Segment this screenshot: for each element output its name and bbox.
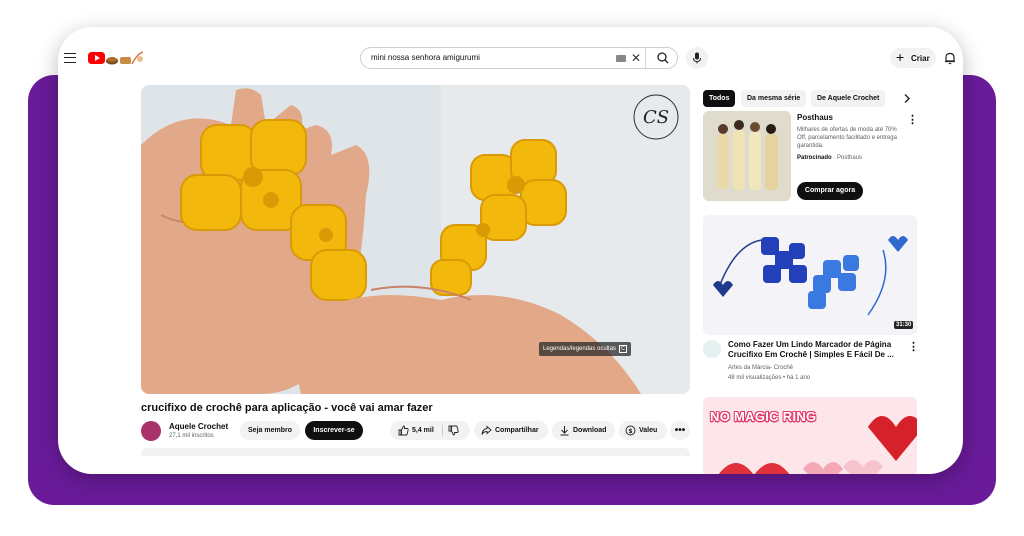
notifications-bell-icon[interactable] [943,51,957,65]
screenshot-stage: mini nossa senhora amigurumi ✕ + Criar C… [0,0,1024,536]
ad-menu-icon[interactable]: ⋮ [907,114,918,126]
recommendation-meta: 48 mil visualizações • há 1 ano [728,375,811,381]
share-icon [481,425,492,435]
chevron-right-icon[interactable] [900,90,914,107]
share-label: Compartilhar [495,427,539,434]
shop-now-button[interactable]: Comprar agora [797,182,863,200]
thanks-button[interactable]: $ Valeu [619,421,667,440]
svg-text:$: $ [628,428,632,435]
create-label: Criar [911,54,930,63]
video-player[interactable]: CS Legendas/legendas ocultas C [141,85,690,394]
recommendation-thumbnail[interactable] [703,215,917,335]
like-divider [442,425,443,436]
join-button[interactable]: Seja membro [240,421,300,440]
search-icon[interactable] [649,49,677,67]
search-divider [645,48,646,68]
download-label: Download [573,427,607,434]
clear-search-icon[interactable]: ✕ [631,51,641,65]
video-title: crucifixo de crochê para aplicação - voc… [141,402,433,414]
subscribe-button[interactable]: Inscrever-se [305,421,363,440]
download-button[interactable]: Download [552,421,615,440]
browser-window: mini nossa senhora amigurumi ✕ + Criar C… [58,27,963,474]
recommendation-channel[interactable]: Artes da Márcia- Crochê [728,365,793,371]
thumbnail-image [703,215,917,335]
share-button[interactable]: Compartilhar [474,421,548,440]
hamburger-menu-icon[interactable] [64,53,76,63]
ad-thumbnail[interactable] [703,111,791,201]
ad-image [703,111,791,201]
recommendation-menu-icon[interactable]: ⋮ [908,341,919,353]
captions-badge[interactable]: Legendas/legendas ocultas C [539,342,631,356]
super-thanks-icon: $ [625,425,636,436]
chip-same-series[interactable]: Da mesma série [741,90,807,107]
thanks-label: Valeu [639,427,658,434]
recommendation-thumb-text: NO MAGIC RING [710,409,817,424]
captions-badge-label: Legendas/legendas ocultas [543,346,617,352]
youtube-logo-icon[interactable] [88,50,146,66]
more-actions-icon[interactable]: ••• [670,421,690,440]
plus-icon: + [896,49,905,65]
channel-avatar[interactable] [141,421,161,441]
channel-subscriber-count: 27,1 mil inscritos [169,433,214,439]
svg-text:CS: CS [643,107,669,128]
channel-name[interactable]: Aquele Crochet [169,422,228,431]
ad-sponsor-name: Posthaus [837,155,863,161]
search-bar: mini nossa senhora amigurumi ✕ [360,47,678,69]
microphone-icon[interactable] [686,47,708,69]
thumbs-down-icon[interactable] [448,425,459,436]
ad-sponsor-line: Patrocinado · Posthaus [797,155,863,161]
recommendation-channel-avatar[interactable] [703,340,721,358]
search-input[interactable]: mini nossa senhora amigurumi [371,53,480,62]
chip-all[interactable]: Todos [703,90,736,107]
ad-advertiser-name[interactable]: Posthaus [797,113,833,122]
description-box[interactable] [141,448,690,456]
thumbs-up-icon[interactable] [398,425,409,436]
ad-description: Milhares de ofertas de moda até 70% Off,… [797,127,897,149]
chip-from-channel[interactable]: De Aquele Crochet [811,90,886,107]
download-icon [560,426,569,436]
create-button[interactable]: + Criar [890,48,936,68]
sponsored-label: Patrocinado [797,155,832,161]
captions-key-hint: C [619,345,627,353]
like-count[interactable]: 5,4 mil [412,421,434,440]
recommendation-title[interactable]: Como Fazer Um Lindo Marcador de Página C… [728,340,898,360]
like-dislike-group: 5,4 mil [390,421,470,440]
video-duration-badge: 31:30 [894,321,914,329]
top-bar: mini nossa senhora amigurumi ✕ + Criar [58,27,963,87]
keyboard-icon[interactable] [616,55,626,62]
